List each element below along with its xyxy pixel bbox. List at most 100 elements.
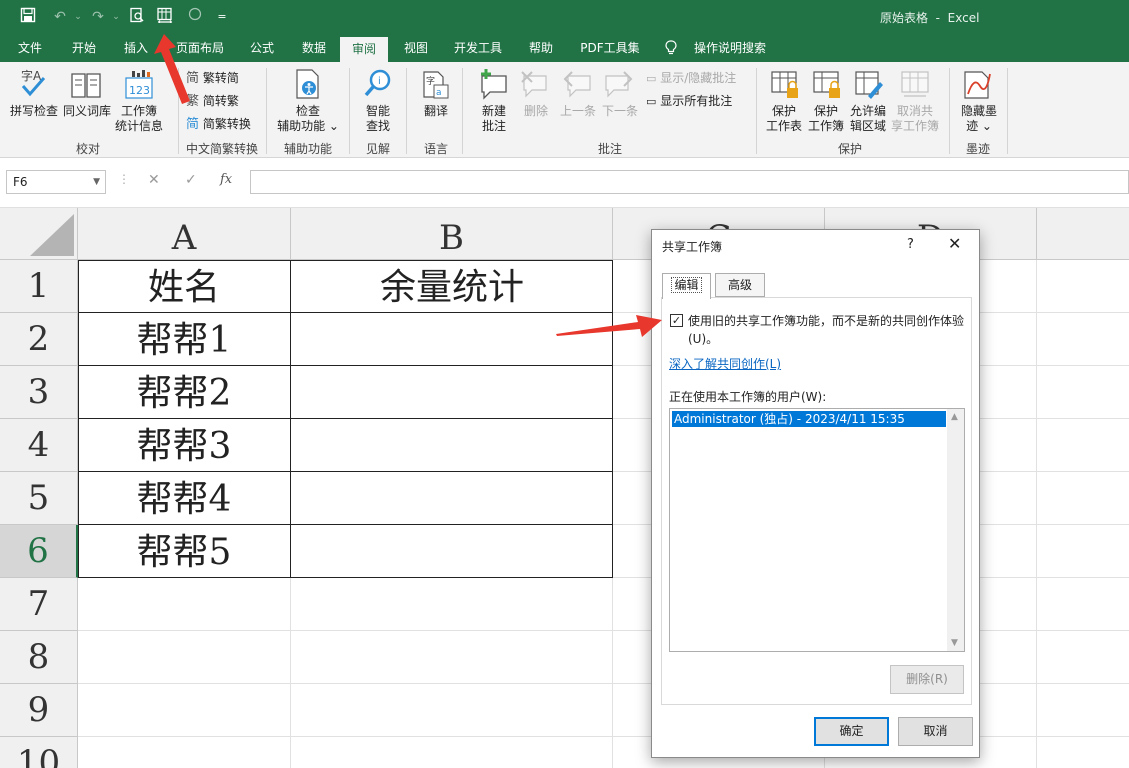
cancel-button[interactable]: 取消 (898, 717, 973, 746)
name-box-dropdown-icon[interactable]: ▼ (93, 171, 100, 193)
show-hide-comment-button[interactable]: ▭ 显示/隐藏批注 (646, 70, 736, 87)
cancel-formula-icon[interactable]: ✕ (148, 172, 160, 188)
tab-data[interactable]: 数据 (292, 34, 336, 62)
show-all-comments-label: 显示所有批注 (660, 94, 733, 108)
chinese-convert-button[interactable]: 简 简繁转换 (186, 116, 251, 133)
title-bar: ↶ ⌄ ↷ ⌄ = 原始表格 - Excel (0, 0, 1129, 34)
share-workbook-dialog: 共享工作簿 ? ✕ 编辑 高级 ✓ 使用旧的共享工作簿功能，而不是新的共同创作体… (651, 229, 980, 758)
cell-b1[interactable]: 余量统计 (291, 260, 613, 313)
tab-review[interactable]: 审阅 (340, 34, 388, 62)
show-all-comments-button[interactable]: ▭ 显示所有批注 (646, 93, 732, 110)
users-list-scrollbar[interactable]: ▲ ▼ (947, 409, 964, 651)
print-preview-icon[interactable] (127, 7, 147, 27)
allow-edit-ranges-button[interactable]: 允许编 辑区域 (848, 104, 888, 134)
cell-a5[interactable]: 帮帮4 (78, 472, 290, 525)
tab-home[interactable]: 开始 (62, 34, 106, 62)
undo-icon[interactable]: ↶ (50, 7, 70, 27)
tab-advanced[interactable]: 高级 (715, 273, 765, 297)
select-all-button[interactable] (0, 208, 78, 260)
row-header-8[interactable]: 8 (0, 631, 78, 684)
redo-dropdown-icon[interactable]: ⌄ (106, 7, 126, 27)
row-header-2[interactable]: 2 (0, 313, 78, 366)
cell-a3[interactable]: 帮帮2 (78, 366, 290, 419)
group-label-language: 语言 (423, 142, 448, 156)
tab-view[interactable]: 视图 (394, 34, 438, 62)
enter-formula-icon[interactable]: ✓ (185, 172, 197, 188)
redo-icon[interactable]: ↷ (88, 7, 108, 27)
tell-me-search[interactable]: 操作说明搜索 (690, 34, 770, 62)
formula-input[interactable] (250, 170, 1129, 194)
protect-sheet-button[interactable]: 保护 工作表 (764, 104, 804, 134)
app-name: Excel (947, 11, 980, 25)
hide-ink-button[interactable]: 隐藏墨迹 ⌄ (956, 104, 1002, 134)
accessibility-check-button[interactable]: 检查 辅助功能 ⌄ (276, 104, 340, 134)
users-list[interactable]: Administrator (独占) - 2023/4/11 15:35 ▲ ▼ (669, 408, 965, 652)
tab-file[interactable]: 文件 (8, 34, 52, 62)
thesaurus-button[interactable]: 同义词库 (62, 104, 112, 119)
row-header-4[interactable]: 4 (0, 419, 78, 472)
cell-a6[interactable]: 帮帮5 (78, 525, 290, 578)
column-header-b[interactable]: B (291, 208, 613, 260)
delete-comment-button[interactable]: 删除 (518, 104, 554, 119)
protect-sheet-label-1: 保护 (771, 104, 796, 118)
undo-dropdown-icon[interactable]: ⌄ (68, 7, 88, 27)
next-comment-icon (604, 70, 634, 103)
show-hide-comment-label: 显示/隐藏批注 (660, 71, 737, 85)
tab-formulas[interactable]: 公式 (240, 34, 284, 62)
new-comment-button[interactable]: 新建 批注 (470, 104, 518, 134)
row-header-1[interactable]: 1 (0, 260, 78, 313)
row-header-6[interactable]: 6 (0, 525, 78, 578)
cell-a2[interactable]: 帮帮1 (78, 313, 290, 366)
save-icon[interactable] (18, 7, 38, 27)
row-header-3[interactable]: 3 (0, 366, 78, 419)
ok-button[interactable]: 确定 (814, 717, 889, 746)
svg-text:a: a (436, 88, 442, 98)
tab-pdf-tools[interactable]: PDF工具集 (574, 34, 646, 62)
legacy-sharing-label[interactable]: 使用旧的共享工作簿功能，而不是新的共同创作体验(U)。 (688, 312, 966, 348)
svg-text:字A: 字A (21, 68, 42, 83)
customize-qat-icon[interactable]: = (212, 7, 232, 27)
help-icon[interactable]: ? (907, 237, 914, 252)
smart-lookup-icon: i (363, 68, 393, 103)
show-all-comments-icon: ▭ (646, 95, 657, 108)
previous-comment-button[interactable]: 上一条 (556, 104, 600, 119)
protect-workbook-label-1: 保护 (813, 104, 838, 118)
name-box[interactable]: F6 ▼ (6, 170, 106, 194)
spell-check-button[interactable]: 拼写检查 (8, 104, 60, 119)
svg-text:123: 123 (129, 84, 150, 97)
annotation-arrow-icon (154, 34, 190, 104)
row-header-10[interactable]: 10 (0, 737, 78, 768)
cell-a4[interactable]: 帮帮3 (78, 419, 290, 472)
unshare-workbook-icon (900, 70, 930, 103)
row-header-9[interactable]: 9 (0, 684, 78, 737)
circle-icon[interactable] (185, 7, 205, 27)
column-header-a[interactable]: A (78, 208, 291, 260)
close-icon[interactable]: ✕ (948, 234, 961, 253)
translate-button[interactable]: 翻译 (414, 104, 458, 119)
legacy-sharing-checkbox[interactable]: ✓ (670, 314, 683, 327)
list-item[interactable]: Administrator (独占) - 2023/4/11 15:35 (672, 411, 946, 427)
protect-workbook-label-2: 工作簿 (807, 119, 844, 133)
tab-help[interactable]: 帮助 (520, 34, 562, 62)
row-header-5[interactable]: 5 (0, 472, 78, 525)
scroll-down-icon[interactable]: ▼ (951, 638, 958, 648)
cell-a1[interactable]: 姓名 (78, 260, 290, 313)
name-box-value: F6 (13, 175, 28, 189)
smart-lookup-button[interactable]: 智能 查找 (356, 104, 400, 134)
tab-edit[interactable]: 编辑 (662, 273, 711, 299)
next-comment-button[interactable]: 下一条 (598, 104, 642, 119)
row-header-7[interactable]: 7 (0, 578, 78, 631)
column-header-e[interactable] (1037, 208, 1129, 260)
insert-function-icon[interactable]: fx (220, 172, 232, 187)
remove-user-button[interactable]: 删除(R) (890, 665, 964, 694)
hide-ink-icon (962, 68, 994, 103)
formula-bar: F6 ▼ ⋮ ✕ ✓ fx (0, 158, 1129, 208)
scroll-up-icon[interactable]: ▲ (951, 412, 958, 422)
formula-bar-more-icon: ⋮ (118, 172, 130, 186)
share-workbook-icon[interactable] (155, 7, 175, 27)
accessibility-label-2: 辅助功能 ⌄ (277, 119, 339, 133)
learn-coauthoring-link[interactable]: 深入了解共同创作(L) (669, 355, 781, 372)
protect-workbook-button[interactable]: 保护 工作簿 (806, 104, 846, 134)
unshare-workbook-button[interactable]: 取消共 享工作簿 (888, 104, 942, 134)
tab-developer[interactable]: 开发工具 (446, 34, 510, 62)
